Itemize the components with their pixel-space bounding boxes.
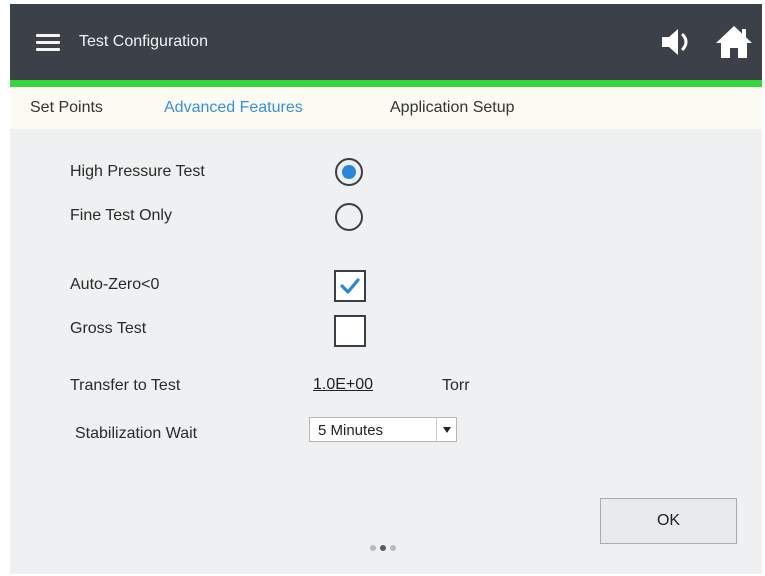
status-accent-bar xyxy=(10,80,762,87)
stabilization-wait-select[interactable]: 5 Minutes xyxy=(309,417,457,442)
high-pressure-test-radio[interactable] xyxy=(335,158,363,186)
fine-test-only-radio[interactable] xyxy=(335,203,363,231)
app-window: Test Configuration Set Points Advanced F… xyxy=(10,4,762,574)
ok-button[interactable]: OK xyxy=(600,498,737,544)
high-pressure-test-label: High Pressure Test xyxy=(70,163,205,180)
menu-line xyxy=(36,48,60,51)
page-dot[interactable] xyxy=(390,545,396,551)
transfer-unit: Torr xyxy=(442,377,470,394)
checkmark-icon xyxy=(340,278,360,294)
fine-test-only-label: Fine Test Only xyxy=(70,207,172,224)
menu-line xyxy=(36,41,60,44)
transfer-value-field[interactable]: 1.0E+00 xyxy=(313,376,373,394)
page-indicator xyxy=(370,544,402,552)
gross-test-checkbox[interactable] xyxy=(334,315,366,347)
tab-set-points[interactable]: Set Points xyxy=(30,99,103,117)
title-bar: Test Configuration xyxy=(10,4,762,80)
tab-bar: Set Points Advanced Features Application… xyxy=(10,87,762,129)
hamburger-menu-icon[interactable] xyxy=(34,30,62,54)
transfer-to-test-label: Transfer to Test xyxy=(70,377,181,394)
home-icon[interactable] xyxy=(714,23,754,61)
speaker-icon[interactable] xyxy=(659,26,695,58)
auto-zero-checkbox[interactable] xyxy=(334,270,366,302)
menu-line xyxy=(36,34,60,37)
tab-advanced-features[interactable]: Advanced Features xyxy=(164,99,303,117)
dropdown-arrow-icon[interactable] xyxy=(436,418,456,441)
page-title: Test Configuration xyxy=(79,33,208,50)
page-dot-current[interactable] xyxy=(380,545,386,551)
gross-test-label: Gross Test xyxy=(70,320,147,337)
stabilization-wait-label: Stabilization Wait xyxy=(75,425,198,442)
select-value: 5 Minutes xyxy=(318,422,384,439)
page-dot[interactable] xyxy=(370,545,376,551)
radio-selected-dot xyxy=(342,165,356,179)
tab-application-setup[interactable]: Application Setup xyxy=(390,99,515,117)
auto-zero-label: Auto-Zero<0 xyxy=(70,276,160,293)
